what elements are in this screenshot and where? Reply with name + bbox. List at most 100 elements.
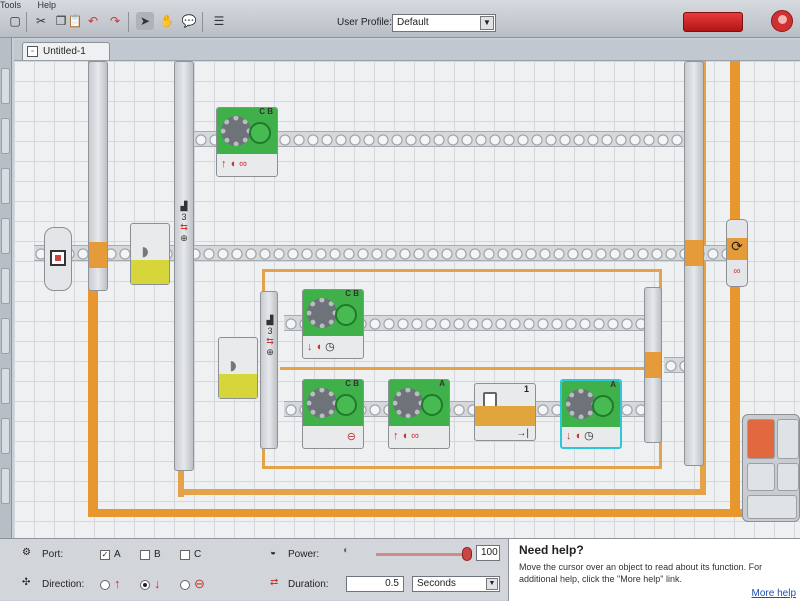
switch-left-bar (174, 61, 194, 471)
duration-input[interactable]: 0.5 (346, 576, 404, 592)
wait-block[interactable]: 1 →| (474, 383, 536, 441)
comment-icon[interactable]: 💬 (180, 12, 198, 30)
nav-down-button[interactable] (747, 495, 797, 519)
more-help-link[interactable]: More help (752, 588, 796, 599)
redo-icon[interactable]: ↷ (106, 12, 124, 30)
toolbar-divider (128, 12, 129, 32)
inner-switch-plug-panel: ▟ 3 ⇆ ⊕ (260, 315, 280, 367)
power-low-icon: ◖ (342, 545, 349, 556)
port-c-checkbox[interactable] (180, 550, 190, 560)
motor-stop-icon: ⊖ (346, 431, 359, 443)
motor-ports: C B (345, 289, 359, 298)
pan-icon[interactable]: ✋ (158, 12, 176, 30)
gear-icon (221, 116, 251, 146)
program-canvas[interactable]: ◗ ▟ 3 ⇆ ⊕ ◗ ▟ 3 ⇆ ⊕ C B ↑◖∞ C B ↓◖◷ C B … (14, 60, 800, 538)
loop-wire-bottom (88, 509, 744, 517)
direction-stop-radio[interactable] (180, 580, 190, 590)
switch-right-band (685, 240, 703, 266)
motor-settings-icons: ↑◖∞ (393, 430, 422, 442)
chevron-down-icon[interactable]: ▼ (486, 578, 498, 590)
motor-ports: A (439, 379, 445, 388)
loop-left-bar (88, 61, 108, 291)
toolbar-divider (202, 12, 203, 32)
nav-right-button[interactable] (777, 419, 799, 459)
cut-icon[interactable]: ✂ (32, 12, 50, 30)
palette-tab[interactable] (1, 418, 10, 454)
port-icon: ⚙ (22, 547, 31, 558)
inner-sound-sensor-switch-block[interactable]: ◗ (218, 337, 258, 399)
motor-block-top[interactable]: C B ↑◖∞ (216, 107, 278, 177)
menu-item-tools[interactable]: Tools (0, 0, 21, 10)
undo-icon[interactable]: ↶ (84, 12, 102, 30)
palette-tab[interactable] (1, 168, 10, 204)
power-slider[interactable] (376, 547, 472, 561)
palette-tab[interactable] (1, 368, 10, 404)
gear-icon (393, 388, 423, 418)
port-b-checkbox[interactable] (140, 550, 150, 560)
sound-sensor-switch-block[interactable]: ◗ (130, 223, 170, 285)
direction-forward-radio[interactable] (100, 580, 110, 590)
palette-tab[interactable] (1, 118, 10, 154)
help-panel: Need help? Move the cursor over an objec… (508, 539, 800, 601)
nav-left-button[interactable] (747, 463, 775, 491)
wait-block-number: 1 (523, 384, 529, 394)
palette-tab[interactable] (1, 468, 10, 504)
palette-tab[interactable] (1, 268, 10, 304)
palette-tab[interactable] (1, 318, 10, 354)
menu-item-help[interactable]: Help (38, 0, 57, 10)
palette-tab[interactable] (1, 218, 10, 254)
paste-icon[interactable]: 📋 (66, 12, 84, 30)
motor-ports: A (610, 380, 616, 389)
custom-palette-icon[interactable]: ☰ (210, 12, 228, 30)
motor-settings-icons: ↓◖◷ (307, 341, 338, 353)
palette-tab[interactable] (1, 68, 10, 104)
switch-wire-bottom (178, 489, 706, 495)
motor-block-a-reverse[interactable]: A ↓◖◷ (560, 379, 622, 449)
port-b-label: B (154, 549, 161, 560)
motor-block-middle[interactable]: C B ↓◖◷ (302, 289, 364, 359)
infinity-icon: ∞ (733, 266, 741, 277)
start-icon (50, 250, 66, 266)
motor-settings-icons: ↓◖◷ (566, 430, 597, 442)
robot-educator-avatar[interactable] (771, 10, 793, 32)
chevron-down-icon[interactable]: ▼ (480, 16, 494, 30)
motor-icon (592, 395, 614, 417)
nxt-window-button[interactable] (683, 12, 743, 32)
motor-icon (335, 304, 357, 326)
switch-right-bar (684, 61, 704, 466)
port-a-label: A (114, 549, 121, 560)
switch-plug-panel: ▟ 3 ⇆ ⊕ (174, 201, 194, 253)
power-input[interactable]: 100 (476, 545, 500, 561)
duration-label: Duration: (288, 579, 329, 590)
power-slider-thumb[interactable] (462, 547, 472, 561)
motor-icon (421, 394, 443, 416)
user-profile-select[interactable]: Default ▼ (392, 14, 496, 32)
palette-strip (0, 38, 12, 538)
help-body: Move the cursor over an object to read a… (519, 562, 763, 584)
power-label: Power: (288, 549, 320, 560)
motor-icon (249, 122, 271, 144)
pointer-icon[interactable]: ➤ (136, 12, 154, 30)
gear-icon (307, 388, 337, 418)
direction-icon: ✣ (22, 577, 31, 588)
document-tab[interactable]: ▫ Untitled-1 (22, 42, 110, 60)
motor-ports: C B (259, 107, 273, 116)
loop-wire-right (730, 61, 740, 517)
duration-unit-select[interactable]: Seconds ▼ (412, 576, 500, 592)
start-block[interactable] (44, 227, 72, 291)
motor-block-a-forward[interactable]: A ↑◖∞ (388, 379, 450, 449)
play-icon[interactable] (777, 463, 799, 491)
inner-sensor-data-wire (280, 367, 660, 370)
inner-switch-wire-top (262, 269, 662, 272)
new-file-icon[interactable]: ▢ (6, 12, 24, 30)
motor-block-stop[interactable]: C B ⊖ (302, 379, 364, 449)
toolbar-divider (26, 12, 27, 32)
inner-switch-right-band (645, 352, 661, 378)
loop-block-end[interactable]: ⟳ ∞ (726, 219, 748, 287)
arrow-right-icon: →| (516, 428, 529, 439)
direction-backward-radio[interactable] (140, 580, 150, 590)
canvas-navigation[interactable] (742, 414, 800, 522)
zoom-icon[interactable] (747, 419, 775, 459)
port-a-checkbox[interactable]: ✓ (100, 550, 110, 560)
compare-icon: ⇆ (180, 222, 188, 232)
